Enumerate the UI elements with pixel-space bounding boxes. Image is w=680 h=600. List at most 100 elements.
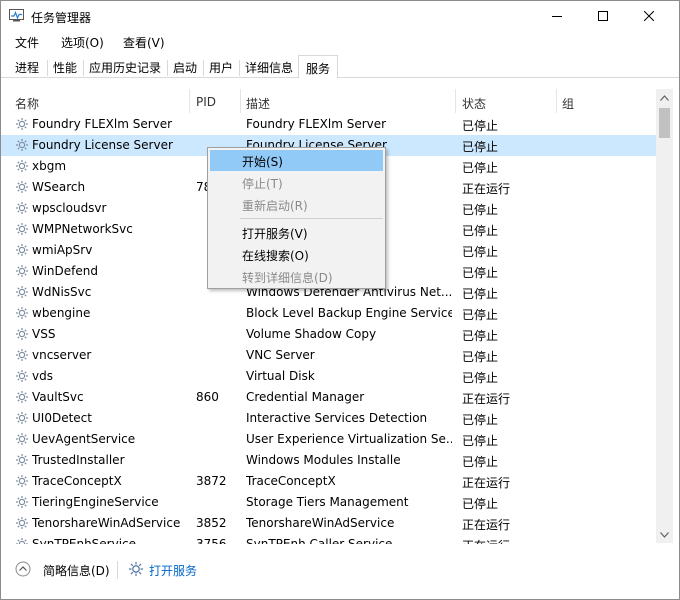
menu-options[interactable]: 选项(O) (61, 34, 104, 51)
service-name: WdNisSvc (32, 285, 92, 299)
scroll-down-button[interactable] (656, 526, 673, 543)
service-status: 已停止 (462, 308, 499, 322)
tab-divider (203, 60, 204, 76)
tab-divider (167, 60, 168, 76)
tab-app-history[interactable]: 应用历史记录 (89, 59, 161, 78)
menu-item-label: 重新启动(R) (242, 199, 308, 213)
service-pid: 860 (196, 390, 219, 404)
service-gear-icon (16, 202, 28, 214)
task-manager-window: 任务管理器 文件 选项(O) 查看(V) 进程 性能 应用历史记录 启动 用户 … (0, 0, 680, 600)
service-description: SynTPEnh Caller Service (246, 537, 393, 544)
service-description: TraceConceptX (246, 474, 336, 488)
menu-item-label: 开始(S) (242, 155, 283, 169)
maximize-button[interactable] (580, 1, 626, 31)
service-name: SynTPEnhService (32, 537, 137, 544)
service-name: WMPNetworkSvc (32, 222, 133, 236)
table-row[interactable]: wbengine Block Level Backup Engine Servic… (1, 303, 656, 324)
menu-view[interactable]: 查看(V) (123, 34, 165, 51)
column-divider[interactable] (556, 89, 557, 113)
table-row[interactable]: vds Virtual Disk 已停止 (1, 366, 656, 387)
tab-users[interactable]: 用户 (209, 59, 233, 78)
tab-startup[interactable]: 启动 (173, 59, 197, 78)
service-gear-icon (16, 244, 28, 256)
service-status: 已停止 (462, 119, 499, 133)
tab-services[interactable]: 服务 (298, 55, 339, 79)
table-row[interactable]: TenorshareWinAdService 3852 TenorshareWinA… (1, 513, 656, 534)
table-row[interactable]: TrustedInstaller Windows Modules Installe… (1, 450, 656, 471)
tab-processes[interactable]: 进程 (15, 59, 39, 78)
service-gear-icon (16, 307, 28, 319)
service-status: 已停止 (462, 224, 499, 238)
close-button[interactable] (626, 1, 672, 31)
tab-divider (83, 60, 84, 76)
column-header-description[interactable]: 描述 (246, 95, 270, 112)
scrollbar-thumb[interactable] (659, 108, 670, 138)
menu-item-search-online[interactable]: 在线搜索(O) (210, 244, 383, 265)
menu-file[interactable]: 文件 (15, 34, 39, 51)
column-divider[interactable] (189, 89, 190, 113)
title-bar[interactable]: 任务管理器 (1, 1, 679, 31)
service-status: 正在运行 (462, 537, 552, 544)
tab-performance[interactable]: 性能 (53, 59, 77, 78)
service-gear-icon (16, 517, 28, 529)
service-status: 已停止 (462, 497, 499, 511)
service-name: vncserver (32, 348, 92, 362)
service-status: 正在运行 (462, 392, 511, 406)
menu-item-label: 打开服务(V) (242, 227, 308, 241)
menu-item-go-to-details[interactable]: 转到详细信息(D) (210, 266, 383, 287)
service-status: 正在运行 (462, 476, 511, 490)
service-gear-icon (16, 496, 28, 508)
minimize-icon (552, 16, 562, 17)
menu-item-stop[interactable]: 停止(T) (210, 172, 383, 193)
menu-item-label: 转到详细信息(D) (242, 271, 333, 285)
open-services-link[interactable]: 打开服务 (149, 562, 197, 579)
table-row[interactable]: UevAgentService User Experience Virtualiz… (1, 429, 656, 450)
minimize-button[interactable] (534, 1, 580, 31)
service-description: Virtual Disk (246, 369, 315, 383)
service-gear-icon (16, 286, 28, 298)
service-gear-icon (16, 370, 28, 382)
column-header-row: 名称 PID 描述 状态 组 (1, 89, 656, 113)
service-status: 已停止 (462, 266, 499, 280)
tab-divider (47, 60, 48, 76)
service-description: Block Level Backup Engine Service (246, 306, 452, 320)
table-row[interactable]: vncserver VNC Server 已停止 (1, 345, 656, 366)
menu-item-restart[interactable]: 重新启动(R) (210, 194, 383, 215)
chevron-up-circle-icon[interactable] (15, 561, 31, 577)
menu-item-open-services[interactable]: 打开服务(V) (210, 222, 383, 243)
footer-divider (117, 561, 118, 579)
service-status: 已停止 (462, 161, 499, 175)
column-header-status[interactable]: 状态 (462, 95, 486, 112)
scroll-up-button[interactable] (656, 89, 673, 106)
service-name: VSS (32, 327, 56, 341)
menu-bar: 文件 选项(O) 查看(V) (1, 31, 679, 51)
column-header-group[interactable]: 组 (562, 95, 574, 112)
table-row[interactable]: UI0Detect Interactive Services Detection 已… (1, 408, 656, 429)
close-icon (644, 11, 654, 21)
fewer-details-link[interactable]: 简略信息(D) (43, 562, 110, 579)
column-divider[interactable] (240, 89, 241, 113)
table-row[interactable]: SynTPEnhService 3756 SynTPEnh Caller Servi… (1, 534, 656, 544)
service-gear-icon (16, 475, 28, 487)
tab-details[interactable]: 详细信息 (245, 59, 293, 78)
task-manager-icon (9, 9, 24, 22)
table-row[interactable]: VSS Volume Shadow Copy 已停止 (1, 324, 656, 345)
service-status: 已停止 (462, 350, 499, 364)
vertical-scrollbar[interactable] (656, 89, 673, 543)
menu-item-start[interactable]: 开始(S) (210, 150, 383, 171)
service-gear-icon (16, 223, 28, 235)
column-header-pid[interactable]: PID (196, 95, 216, 109)
table-row[interactable]: VaultSvc 860 Credential Manager 正在运行 (1, 387, 656, 408)
service-status: 已停止 (462, 287, 499, 301)
window-title: 任务管理器 (31, 11, 92, 25)
column-divider[interactable] (455, 89, 456, 113)
service-status: 已停止 (462, 413, 499, 427)
column-header-name[interactable]: 名称 (15, 95, 39, 112)
menu-separator (240, 218, 383, 219)
table-row[interactable]: TraceConceptX 3872 TraceConceptX 正在运行 (1, 471, 656, 492)
service-gear-icon (16, 412, 28, 424)
table-row[interactable]: Foundry FLEXlm Server Foundry FLEXlm Serv… (1, 114, 656, 135)
table-row[interactable]: TieringEngineService Storage Tiers Manage… (1, 492, 656, 513)
service-name: wmiApSrv (32, 243, 93, 257)
service-name: wbengine (32, 306, 91, 320)
